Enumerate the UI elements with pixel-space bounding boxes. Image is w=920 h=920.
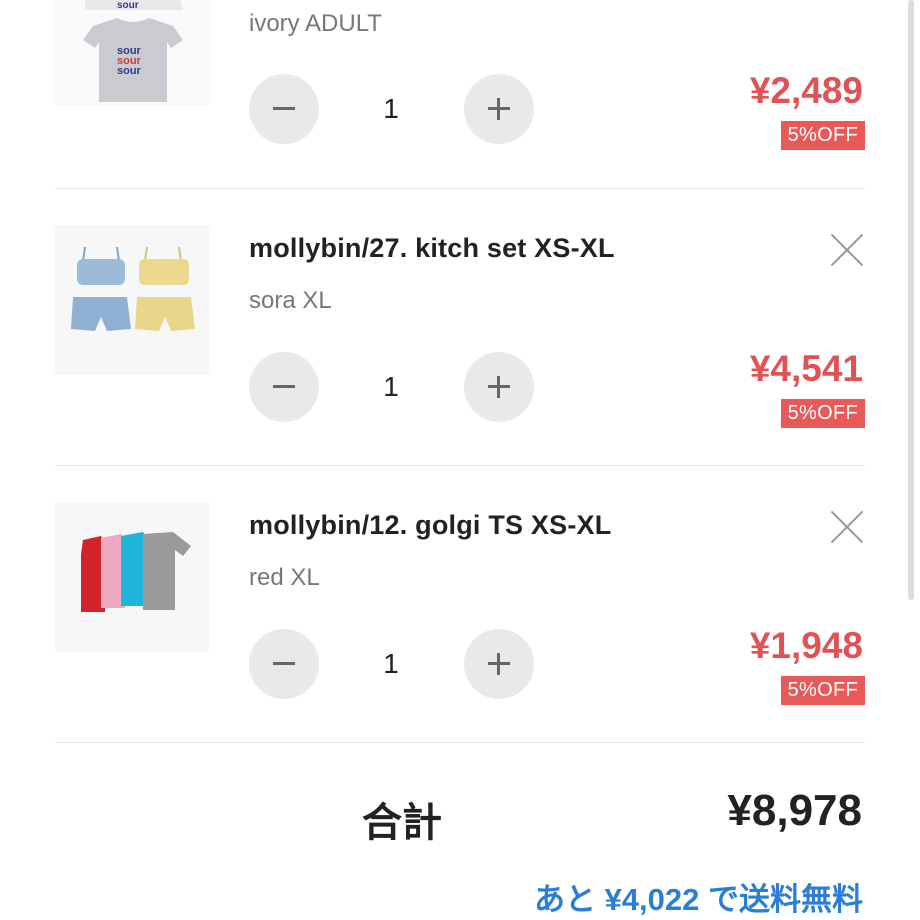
discount-badge: 5%OFF [780, 399, 865, 428]
golgi-tshirt-image[interactable] [55, 502, 209, 652]
tshirt-print-text: sour [117, 65, 142, 77]
item-variant: red XL [249, 564, 320, 591]
tshirt-image[interactable]: sour sour sour sour [55, 0, 209, 106]
quantity-value: 1 [383, 648, 399, 679]
item-price: ¥4,541 [749, 348, 863, 389]
item-variant: ivory ADULT [249, 10, 382, 37]
increase-quantity-button[interactable] [464, 629, 534, 699]
quantity-value: 1 [383, 93, 399, 124]
discount-badge: 5%OFF [780, 121, 865, 150]
increase-quantity-button[interactable] [464, 74, 534, 144]
item-title[interactable]: mollybin/12. golgi TS XS-XL [249, 510, 611, 541]
free-shipping-note[interactable]: あと ¥4,022 で送料無料 [534, 874, 863, 919]
minus-icon [273, 385, 295, 388]
increase-quantity-button[interactable] [464, 352, 534, 422]
discount-badge: 5%OFF [780, 676, 865, 705]
item-title[interactable]: mollybin/27. kitch set XS-XL [249, 233, 615, 264]
decrease-quantity-button[interactable] [249, 74, 319, 144]
total-value: ¥8,978 [727, 786, 862, 835]
minus-icon [273, 662, 295, 665]
scrollbar[interactable] [908, 0, 914, 600]
quantity-value: 1 [383, 371, 399, 402]
kitch-set-image[interactable] [55, 225, 209, 375]
decrease-quantity-button[interactable] [249, 629, 319, 699]
remove-item-close-icon[interactable] [829, 509, 865, 545]
item-price: ¥1,948 [749, 625, 863, 666]
item-variant: sora XL [249, 287, 332, 314]
decrease-quantity-button[interactable] [249, 352, 319, 422]
item-price: ¥2,489 [749, 70, 863, 111]
remove-item-close-icon[interactable] [829, 232, 865, 268]
cart-item: sour sour sour sour ivory ADULT 1 ¥2,489… [55, 0, 865, 189]
minus-icon [273, 107, 295, 110]
total-label: 合計 [362, 801, 442, 845]
cart-item: mollybin/27. kitch set XS-XL sora XL 1 ¥… [55, 188, 865, 466]
tshirt-print-text: sour [117, 0, 139, 11]
cart-item: mollybin/12. golgi TS XS-XL red XL 1 ¥1,… [55, 465, 865, 743]
